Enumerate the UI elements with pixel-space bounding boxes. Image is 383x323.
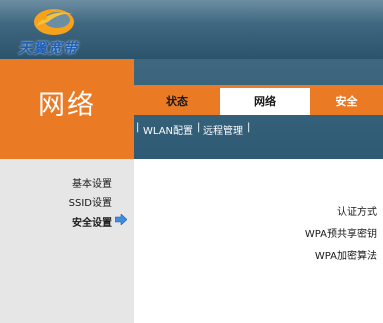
tab-status[interactable]: 状态 (134, 88, 220, 115)
main-content: 认证方式 WPA预共享密钥 WPA加密算法 (134, 159, 383, 323)
top-nav: 状态 网络 安全 | WLAN配置 | 远程管理 | (134, 59, 383, 159)
subnav-separator: | (247, 122, 251, 133)
subnav-item-remote-management[interactable]: 远程管理 (203, 122, 243, 137)
page-title: 网络 (38, 90, 96, 121)
subnav-item-wlan[interactable]: WLAN配置 (143, 122, 193, 137)
arrow-right-icon (115, 214, 127, 225)
subnav-separator: | (136, 122, 140, 133)
brand-logo: 天翼宽带 (18, 4, 113, 57)
subnav-separator: | (197, 122, 201, 133)
wpa-psk-label: WPA预共享密钥 (304, 229, 377, 240)
tab-security[interactable]: 安全 (310, 88, 383, 115)
sidebar: 基本设置 SSID设置 安全设置 (0, 159, 134, 323)
auth-method-label: 认证方式 (337, 207, 377, 218)
brand-name: 天翼宽带 (18, 41, 78, 57)
tab-network[interactable]: 网络 (220, 88, 310, 115)
sub-navigation: | WLAN配置 | 远程管理 | (134, 115, 383, 159)
section-title-block: 网络 (0, 59, 134, 159)
wpa-encryption-label: WPA加密算法 (314, 251, 377, 262)
router-admin-page: 天翼宽带 网络 状态 网络 安全 | WLAN配置 | 远程管理 | 基本设置 … (0, 0, 383, 323)
header-bar: 天翼宽带 (0, 0, 383, 59)
sidebar-item-basic-settings[interactable]: 基本设置 (72, 175, 112, 190)
sidebar-item-ssid-settings[interactable]: SSID设置 (69, 194, 112, 209)
tianyi-swirl-logo-icon (34, 9, 74, 35)
sidebar-item-security-settings[interactable]: 安全设置 (72, 214, 112, 229)
